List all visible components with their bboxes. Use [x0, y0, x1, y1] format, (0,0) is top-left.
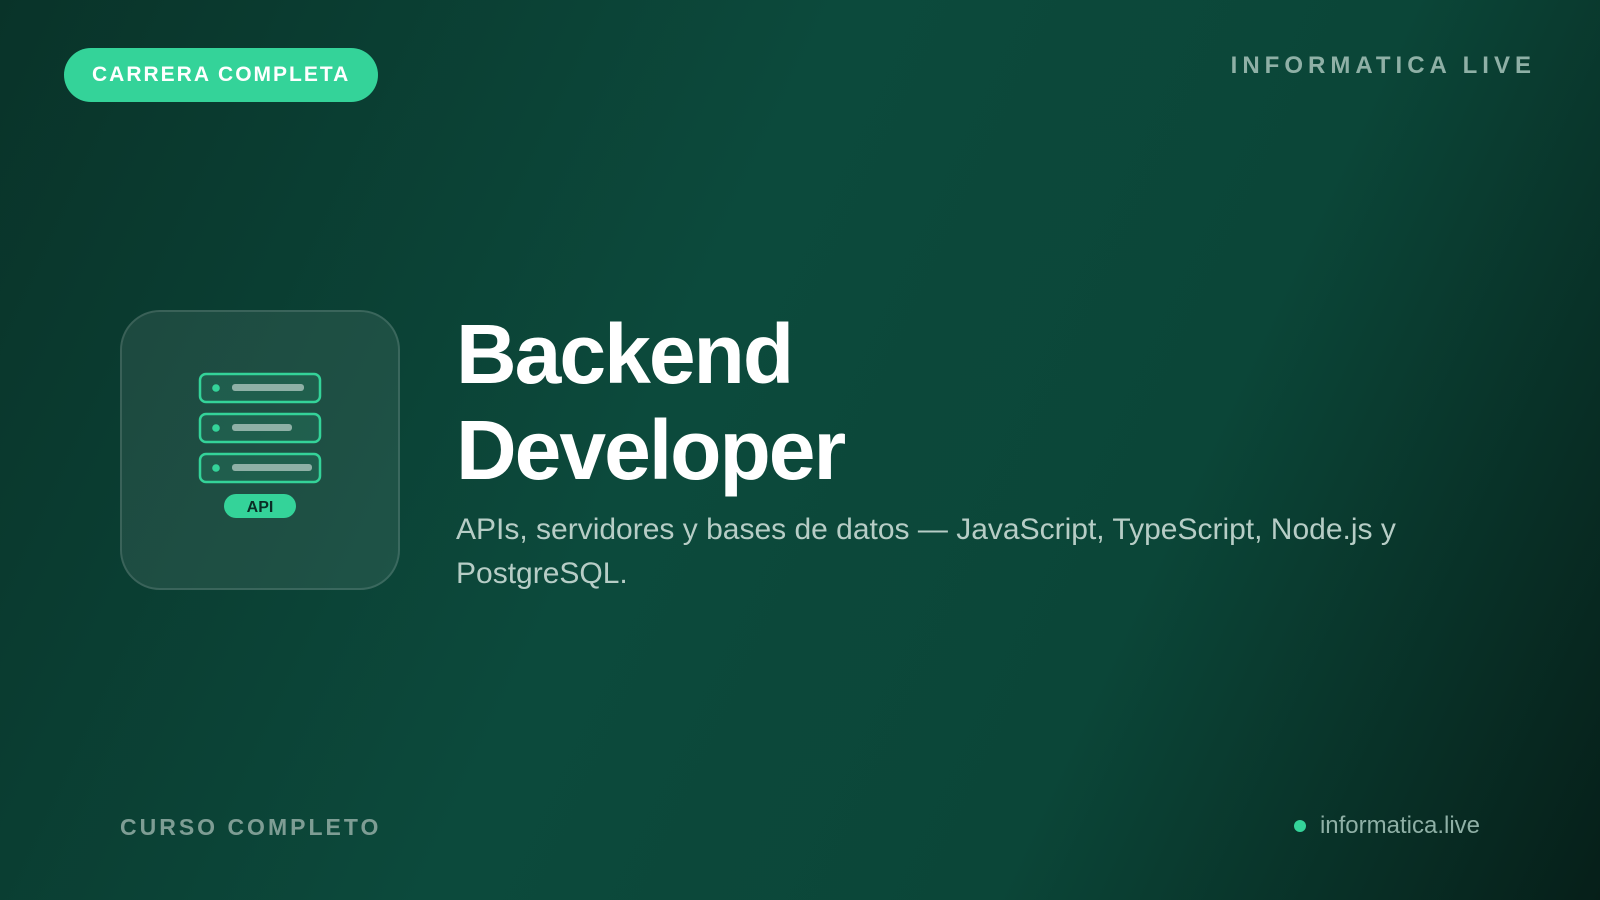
api-label: API — [247, 499, 274, 516]
server-api-icon: API — [198, 372, 322, 518]
course-description: APIs, servidores y bases de datos — Java… — [456, 513, 1396, 590]
title-line-1: Backend — [456, 307, 794, 401]
career-badge: CARRERA COMPLETA — [64, 48, 379, 102]
course-type-label: CURSO COMPLETO — [120, 814, 382, 840]
site-link: informatica.live — [1293, 812, 1480, 840]
page-title: Backend Developer — [456, 306, 1516, 498]
site-url: informatica.live — [1319, 812, 1480, 839]
title-line-2: Developer — [456, 403, 846, 497]
course-icon-card: API — [120, 310, 400, 590]
brand-name: INFORMATICA LIVE — [1230, 52, 1536, 79]
status-dot-icon — [1293, 820, 1306, 832]
career-badge-label: CARRERA COMPLETA — [92, 63, 351, 86]
